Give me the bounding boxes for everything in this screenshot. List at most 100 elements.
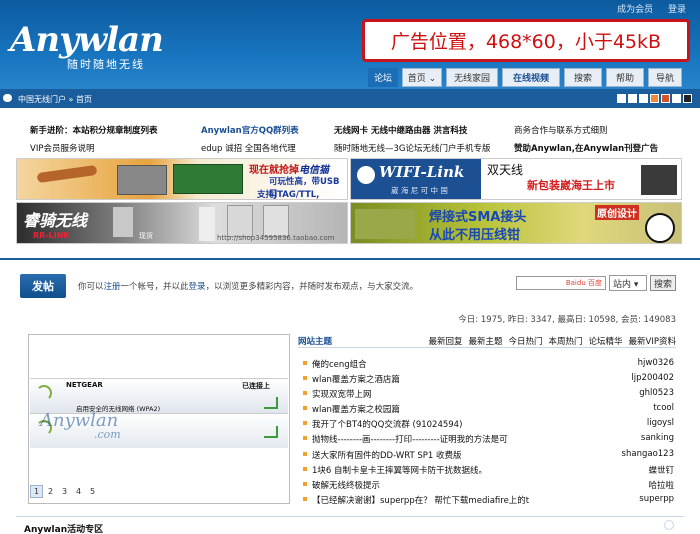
thread-title[interactable]: 实现双宽带上网: [312, 388, 372, 400]
banner-rr-link[interactable]: 睿骑无线 RR-LINK 现货 http://shop34595836.taob…: [16, 202, 348, 244]
thread-author[interactable]: ligoysl: [647, 418, 674, 428]
thread-tabs-title: 网站主题: [298, 336, 333, 347]
link-sponsor[interactable]: 赞助Anywlan,在Anywlan刊登广告: [514, 142, 658, 154]
nav-tab-video[interactable]: 在线视频: [502, 68, 560, 87]
pager-page-3[interactable]: 3: [58, 485, 71, 498]
bullet-icon: [303, 391, 307, 396]
thread-title[interactable]: 1块6 自制卡皇卡王摔翼等网卡防干扰数据线。: [312, 464, 487, 476]
banner-wifi-slogan: 新包装崴海王上市: [527, 179, 615, 192]
style-swatch-7[interactable]: [683, 94, 692, 103]
search-scope-select[interactable]: 站内 ▾: [609, 275, 647, 291]
thread-author[interactable]: 蝶世钉: [648, 464, 674, 476]
thread-row[interactable]: wlan覆盖方案之校园篇 tcool: [302, 401, 674, 416]
thread-author[interactable]: ghl0523: [639, 388, 674, 398]
tab-digest[interactable]: 论坛精华: [589, 335, 623, 347]
header-ad-box[interactable]: 广告位置，468*60，小于45kB: [362, 19, 690, 62]
thread-title[interactable]: 破解无线终极提示: [312, 479, 380, 491]
style-swatch-4[interactable]: [650, 94, 659, 103]
link-qq-groups[interactable]: Anywlan官方QQ群列表: [201, 124, 299, 136]
thread-author[interactable]: tcool: [653, 403, 674, 413]
thread-row[interactable]: 送大家所有固件的DD-WRT SP1 收费版 shangao123: [302, 447, 674, 462]
banner-rr-url[interactable]: http://shop34595836.taobao.com: [217, 234, 335, 242]
thread-title[interactable]: wlan覆盖方案之校园篇: [312, 403, 400, 415]
bullet-icon: [303, 496, 307, 501]
connector-image: [355, 209, 415, 239]
banner-telecom-modem[interactable]: 现在就抢掉电信猫 可玩性高，带USB口 支持JTAG/TTL, Telnet: [16, 158, 348, 200]
style-swatch-2[interactable]: [628, 94, 637, 103]
bullet-icon: [303, 376, 307, 381]
link-business[interactable]: 商务合作与联系方式细则: [514, 124, 608, 136]
banner-rr-sub: RR-LINK: [33, 231, 70, 240]
thread-row[interactable]: 实现双宽带上网 ghl0523: [302, 386, 674, 401]
nav-tab-navigation[interactable]: 导航: [648, 68, 682, 87]
thread-author[interactable]: sanking: [641, 433, 674, 443]
thread-title[interactable]: 送大家所有固件的DD-WRT SP1 收费版: [312, 449, 462, 461]
thread-row[interactable]: 我开了个BT4的QQ交流群 (91024594) ligoysl: [302, 416, 674, 431]
wifi-signal-icon: [36, 385, 52, 401]
banner-sma-line1: 焊接式SMA接头: [429, 210, 527, 225]
thread-title[interactable]: wlan覆盖方案之酒店篇: [312, 373, 400, 385]
banner-sma-connector[interactable]: 焊接式SMA接头 从此不用压线钳 原创设计: [350, 202, 682, 244]
style-swatch-6[interactable]: [672, 94, 681, 103]
style-swatch-5[interactable]: [661, 94, 670, 103]
tab-today-hot[interactable]: 今日热门: [509, 335, 543, 347]
thread-title[interactable]: 俺的ceng组合: [312, 358, 367, 370]
pager-page-5[interactable]: 5: [86, 485, 99, 498]
collapse-icon[interactable]: [664, 520, 674, 530]
style-swatches: [615, 94, 692, 103]
register-inline-link[interactable]: 注册: [104, 282, 121, 292]
thread-row[interactable]: 俺的ceng组合 hjw0326: [302, 356, 674, 371]
breadcrumb[interactable]: 中国无线门户 » 首页: [18, 94, 92, 105]
pager-page-4[interactable]: 4: [72, 485, 85, 498]
thread-author[interactable]: hjw0326: [638, 358, 674, 368]
thread-row[interactable]: 抛物线--------画--------打印---------证明我的方法是可 s…: [302, 431, 674, 446]
thread-row[interactable]: wlan覆盖方案之酒店篇 ljp200402: [302, 371, 674, 386]
antenna-image-1: [113, 207, 133, 237]
bullet-icon: [303, 451, 307, 456]
nav-tab-forum[interactable]: 论坛: [368, 68, 398, 87]
pager-page-1[interactable]: 1: [30, 485, 43, 498]
login-link[interactable]: 登录: [668, 5, 686, 15]
bullet-icon: [303, 466, 307, 471]
link-wireless-card[interactable]: 无线网卡 无线中继路由器 洪言科技: [334, 124, 467, 136]
style-swatch-3[interactable]: [639, 94, 648, 103]
search-button[interactable]: 搜索: [650, 275, 676, 291]
nav-tab-search[interactable]: 搜索: [564, 68, 602, 87]
guest-message-pre: 你可以: [78, 282, 104, 292]
banner-wifi-link[interactable]: WIFI-Link 崴 海 尼 可 中 国 双天线 新包装崴海王上市: [350, 158, 682, 200]
search-input[interactable]: Baidu 百度: [516, 276, 606, 290]
netgear-label: NETGEAR: [66, 381, 103, 389]
link-edup[interactable]: edup 诚招 全国各地代理: [201, 142, 296, 154]
thread-title[interactable]: 我开了个BT4的QQ交流群 (91024594): [312, 418, 462, 430]
thread-author[interactable]: shangao123: [622, 449, 674, 459]
thread-author[interactable]: 哈拉啦: [648, 479, 674, 491]
banner-sma-tag: 原创设计: [595, 205, 639, 220]
style-swatch-1[interactable]: [617, 94, 626, 103]
tab-latest-topics[interactable]: 最新主题: [468, 335, 502, 347]
wifi-network-row: NETGEAR 已连接上 启用安全的无线网络 (WPA2): [30, 378, 288, 414]
nav-tab-wireless-home[interactable]: 无线家园: [446, 68, 498, 87]
link-vip[interactable]: VIP会员服务说明: [30, 142, 94, 154]
nav-tab-home[interactable]: 首页 ⌄: [402, 68, 442, 87]
tab-latest-replies[interactable]: 最新回复: [428, 335, 462, 347]
banner-wifi-tag: 双天线: [487, 163, 524, 177]
site-logo[interactable]: Anywlan: [10, 20, 164, 60]
thread-row[interactable]: 【已经解决谢谢】superpp在？ 帮忙下载mediafire上的t superp…: [302, 492, 674, 507]
tab-vip[interactable]: 最新VIP资料: [629, 335, 676, 347]
thread-author[interactable]: superpp: [639, 494, 674, 504]
thread-title[interactable]: 抛物线--------画--------打印---------证明我的方法是可: [312, 433, 508, 445]
guest-message-mid: 一个帐号，并以此: [120, 282, 189, 292]
tab-week-hot[interactable]: 本周热门: [549, 335, 583, 347]
thread-row[interactable]: 破解无线终极提示 哈拉啦: [302, 477, 674, 492]
pager-page-2[interactable]: 2: [44, 485, 57, 498]
image-pager: 1 2 3 4 5: [30, 485, 100, 498]
thread-row[interactable]: 1块6 自制卡皇卡王摔翼等网卡防干扰数据线。 蝶世钉: [302, 462, 674, 477]
register-link[interactable]: 成为会员: [617, 5, 653, 15]
thread-author[interactable]: ljp200402: [631, 373, 674, 383]
login-inline-link[interactable]: 登录: [189, 282, 206, 292]
new-post-button[interactable]: 发帖: [20, 274, 66, 298]
thread-title[interactable]: 【已经解决谢谢】superpp在？ 帮忙下载mediafire上的t: [312, 494, 529, 506]
nav-tab-help[interactable]: 帮助: [606, 68, 644, 87]
link-credit-rules[interactable]: 新手进阶：本站积分规章制度列表: [30, 124, 158, 136]
link-3g-forum[interactable]: 随时随地无线—3G论坛无线门户手机专版: [334, 142, 491, 154]
